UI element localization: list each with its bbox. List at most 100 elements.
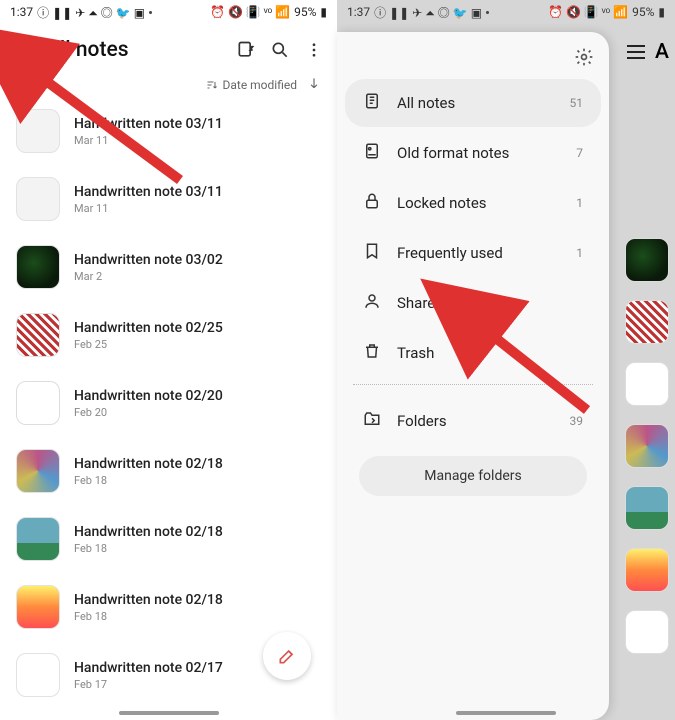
- note-thumb: [16, 585, 60, 629]
- manage-folders-button[interactable]: Manage folders: [359, 456, 587, 496]
- status-icons-right: ⏰ 🔇 📳 ᵛᵒ 📶: [210, 5, 290, 19]
- drawer-item-frequently-used[interactable]: Frequently used 1: [345, 229, 601, 277]
- note-thumb: [16, 109, 60, 153]
- peek-thumb: [625, 238, 669, 282]
- sort-icon: [206, 79, 218, 91]
- note-title: Handwritten note 02/20: [74, 388, 223, 404]
- drawer-item-folders[interactable]: Folders 39: [345, 397, 601, 445]
- status-icons-left: ⓘ ❚❚ ✈ ⏶ ◎ 🐦 ▣: [37, 4, 145, 21]
- sort-button[interactable]: Date modified: [206, 78, 297, 92]
- person-icon: [363, 292, 381, 314]
- home-indicator: [119, 711, 219, 715]
- drawer-item-count: 1: [576, 196, 583, 210]
- peek-thumb: [625, 548, 669, 592]
- notes-list[interactable]: Handwritten note 03/11 Mar 11 Handwritte…: [0, 101, 337, 720]
- note-thumb: [16, 245, 60, 289]
- menu-icon[interactable]: [12, 41, 34, 59]
- peek-title-fragment: A: [655, 40, 669, 64]
- status-dot: [149, 11, 152, 14]
- note-date: Mar 11: [74, 202, 223, 215]
- drawer-item-count: 51: [570, 96, 584, 110]
- peek-thumb: [625, 424, 669, 468]
- more-icon[interactable]: [303, 39, 325, 61]
- sort-label-text: Date modified: [222, 78, 297, 92]
- page-title: All notes: [46, 38, 223, 62]
- pdf-icon[interactable]: [235, 39, 257, 61]
- compose-fab[interactable]: [263, 632, 311, 680]
- note-icon: [363, 92, 381, 114]
- note-item[interactable]: Handwritten note 02/20 Feb 20: [0, 373, 337, 441]
- bookmark-icon: [363, 242, 381, 264]
- status-icons-right-r: ⏰ 🔇 📳 ᵛᵒ 📶: [548, 5, 628, 19]
- note-title: Handwritten note 02/25: [74, 320, 223, 336]
- sort-direction-icon[interactable]: [307, 76, 321, 93]
- note-thumb: [16, 449, 60, 493]
- drawer-item-count: 7: [576, 146, 583, 160]
- manage-folders-label: Manage folders: [424, 468, 522, 484]
- status-battery: 95%: [294, 5, 316, 19]
- note-date: Feb 18: [74, 542, 223, 555]
- navigation-drawer: All notes 51 Old format notes 7 Locked n…: [337, 32, 609, 720]
- note-date: Feb 20: [74, 406, 223, 419]
- note-title: Handwritten note 02/17: [74, 660, 223, 676]
- note-title: Handwritten note 03/02: [74, 252, 223, 268]
- note-item[interactable]: Handwritten note 02/25 Feb 25: [0, 305, 337, 373]
- folders-label: Folders: [397, 412, 447, 430]
- note-thumb: [16, 381, 60, 425]
- drawer-item-locked-notes[interactable]: Locked notes 1: [345, 179, 601, 227]
- trash-icon: [363, 342, 381, 364]
- note-item[interactable]: Handwritten note 03/02 Mar 2: [0, 237, 337, 305]
- note-title: Handwritten note 02/18: [74, 456, 223, 472]
- status-time-r: 1:37: [347, 5, 370, 19]
- note-item[interactable]: Handwritten note 02/18 Feb 18: [0, 441, 337, 509]
- note-title: Handwritten note 03/11: [74, 116, 223, 132]
- drawer-item-label: All notes: [397, 94, 455, 112]
- peek-thumb: [625, 486, 669, 530]
- note-item[interactable]: Handwritten note 02/18 Feb 18: [0, 509, 337, 577]
- peek-menu-icon: [627, 45, 645, 59]
- drawer-item-label: Shared notebooks: [397, 294, 518, 312]
- note-date: Mar 11: [74, 134, 223, 147]
- folder-icon: [363, 410, 381, 432]
- note-thumb: [16, 517, 60, 561]
- settings-icon[interactable]: [573, 46, 595, 68]
- note-date: Feb 18: [74, 474, 223, 487]
- peek-thumb: [625, 300, 669, 344]
- folders-count: 39: [570, 414, 584, 428]
- phone-left: 1:37 ⓘ ❚❚ ✈ ⏶ ◎ 🐦 ▣ ⏰ 🔇 📳 ᵛᵒ 📶 95% ▮ All…: [0, 0, 337, 720]
- status-time: 1:37: [10, 5, 33, 19]
- note-thumb: [16, 177, 60, 221]
- drawer-item-label: Locked notes: [397, 194, 487, 212]
- search-icon[interactable]: [269, 39, 291, 61]
- status-icons-left-r: ⓘ ❚❚ ✈ ⏶ ◎ 🐦 ▣: [374, 4, 482, 21]
- drawer-item-trash[interactable]: Trash: [345, 329, 601, 377]
- drawer-item-label: Old format notes: [397, 144, 509, 162]
- note-title: Handwritten note 03/11: [74, 184, 223, 200]
- lock-icon: [363, 192, 381, 214]
- background-peek: A: [619, 0, 675, 720]
- drawer-item-label: Trash: [397, 344, 434, 362]
- note-thumb: [16, 313, 60, 357]
- status-dot-r: [486, 11, 489, 14]
- home-indicator-right: [456, 711, 556, 715]
- drawer-item-count: 1: [576, 246, 583, 260]
- note-date: Feb 18: [74, 610, 223, 623]
- note-date: Mar 2: [74, 270, 223, 283]
- note-item[interactable]: Handwritten note 03/11 Mar 11: [0, 169, 337, 237]
- drawer-list: All notes 51 Old format notes 7 Locked n…: [337, 78, 609, 378]
- oldnote-icon: [363, 142, 381, 164]
- compose-icon: [277, 646, 297, 666]
- drawer-item-all-notes[interactable]: All notes 51: [345, 79, 601, 127]
- drawer-item-label: Frequently used: [397, 244, 503, 262]
- note-date: Feb 25: [74, 338, 223, 351]
- peek-thumb: [625, 362, 669, 406]
- note-thumb: [16, 653, 60, 697]
- app-bar: All notes: [0, 24, 337, 72]
- drawer-divider: [353, 384, 593, 385]
- drawer-item-old-format-notes[interactable]: Old format notes 7: [345, 129, 601, 177]
- note-item[interactable]: Handwritten note 03/11 Mar 11: [0, 101, 337, 169]
- note-date: Feb 17: [74, 678, 223, 691]
- battery-icon: ▮: [320, 5, 327, 19]
- note-title: Handwritten note 02/18: [74, 524, 223, 540]
- drawer-item-shared-notebooks[interactable]: Shared notebooks: [345, 279, 601, 327]
